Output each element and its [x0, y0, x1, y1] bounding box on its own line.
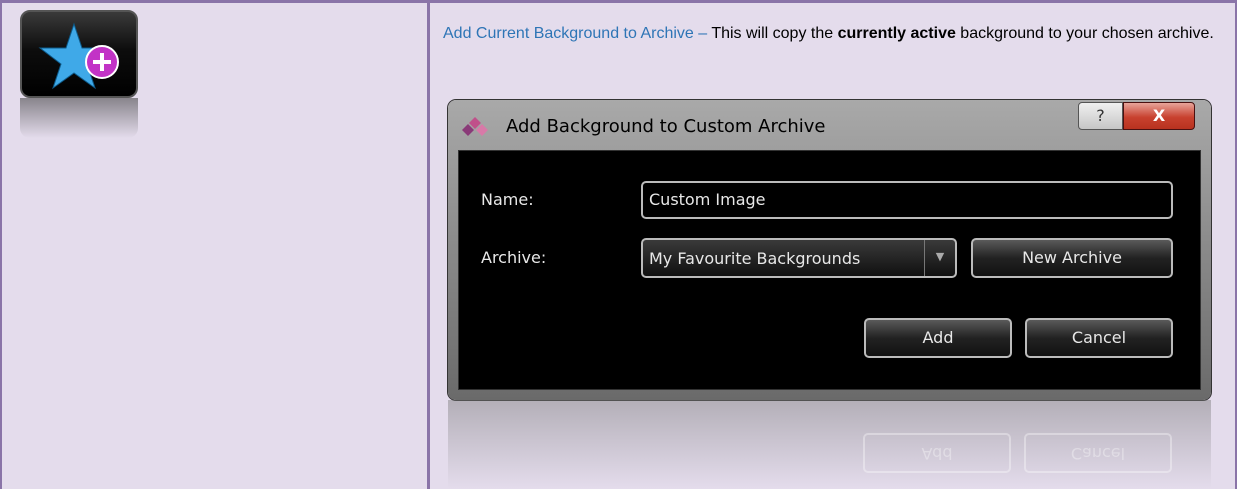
star-plus-icon — [20, 10, 138, 98]
cancel-button-reflection: Cancel — [1024, 433, 1172, 473]
dialog-title: Add Background to Custom Archive — [506, 116, 826, 137]
new-archive-button[interactable]: New Archive — [971, 238, 1173, 278]
help-button[interactable]: ? — [1078, 102, 1123, 130]
chevron-down-icon[interactable]: ▼ — [924, 240, 955, 276]
diamond-logo-icon — [462, 116, 488, 138]
archive-label: Archive: — [481, 248, 547, 267]
name-field[interactable]: Custom Image — [641, 181, 1173, 219]
description-bold: currently active — [837, 25, 956, 42]
feature-description: Add Current Background to Archive – This… — [443, 22, 1223, 45]
description-text-1: This will copy the — [711, 25, 838, 42]
cancel-button[interactable]: Cancel — [1025, 318, 1173, 358]
dialog-body: Name: Custom Image Archive: My Favourite… — [458, 150, 1201, 390]
icon-reflection — [20, 98, 138, 138]
name-label: Name: — [481, 190, 534, 209]
add-background-dialog: Add Background to Custom Archive ? X Nam… — [448, 100, 1211, 400]
add-button[interactable]: Add — [864, 318, 1012, 358]
close-button[interactable]: X — [1123, 102, 1195, 130]
dialog-titlebar[interactable]: Add Background to Custom Archive ? X — [448, 100, 1211, 150]
add-button-reflection: Add — [863, 433, 1011, 473]
archive-select[interactable]: My Favourite Backgrounds ▼ — [641, 238, 957, 278]
feature-name: Add Current Background to Archive – — [443, 25, 712, 42]
archive-select-value: My Favourite Backgrounds — [649, 249, 861, 268]
description-text-2: background to your chosen archive. — [955, 25, 1214, 42]
dialog-reflection: Add Cancel — [448, 400, 1211, 489]
